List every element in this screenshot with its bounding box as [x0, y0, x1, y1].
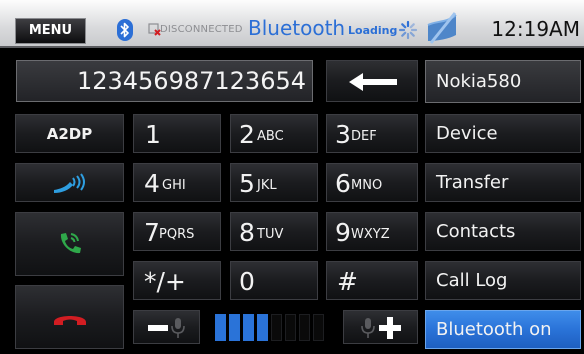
loading-spinner-icon	[398, 20, 418, 40]
loading-label: Loading	[348, 24, 398, 37]
mic-volume-down-icon	[148, 318, 185, 338]
hang-up-button[interactable]	[15, 285, 124, 349]
audio-transfer-button[interactable]	[15, 163, 124, 202]
backspace-arrow-icon	[349, 73, 397, 91]
status-bar: MENU DISCONNECTED Bluetooth Loading 12:1…	[0, 0, 584, 48]
connection-status: DISCONNECTED	[160, 24, 243, 35]
key-3[interactable]: 3 DEF	[326, 114, 418, 153]
key-7[interactable]: 7 PQRS	[133, 212, 221, 251]
mic-volume-meter	[215, 311, 330, 341]
key-star-plus[interactable]: */+	[133, 261, 221, 300]
a2dp-label: A2DP	[46, 125, 93, 143]
answer-call-icon	[60, 233, 81, 254]
bluetooth-icon	[117, 19, 133, 41]
mic-volume-up-button[interactable]	[343, 310, 418, 344]
mic-volume-down-button[interactable]	[133, 310, 200, 344]
backspace-button[interactable]	[326, 60, 418, 102]
mic-volume-segment	[285, 314, 296, 341]
page-title: Bluetooth	[248, 16, 346, 40]
mic-volume-up-icon	[361, 317, 401, 339]
key-0[interactable]: 0	[230, 261, 318, 300]
mic-volume-segment	[243, 314, 254, 341]
clock: 12:19AM	[491, 17, 580, 41]
device-menu-button[interactable]: Device	[425, 114, 581, 153]
mic-volume-segment	[271, 314, 282, 341]
transfer-menu-button[interactable]: Transfer	[425, 163, 581, 202]
answer-call-button[interactable]	[15, 212, 124, 276]
connected-device-name[interactable]: Nokia580	[425, 60, 581, 103]
mic-volume-segment	[229, 314, 240, 341]
key-5[interactable]: 5 JKL	[230, 163, 318, 202]
menu-button[interactable]: MENU	[15, 18, 86, 44]
key-6[interactable]: 6 MNO	[326, 163, 418, 202]
key-1[interactable]: 1	[133, 114, 221, 153]
mic-volume-segment	[215, 314, 226, 341]
hang-up-icon	[54, 316, 86, 325]
key-4[interactable]: 4 GHI	[133, 163, 221, 202]
mic-volume-segment	[257, 314, 268, 341]
call-log-menu-button[interactable]: Call Log	[425, 261, 581, 300]
key-9[interactable]: 9 WXYZ	[326, 212, 418, 251]
phone-signal-icon	[427, 12, 457, 44]
mic-volume-segment	[299, 314, 310, 341]
a2dp-button[interactable]: A2DP	[15, 114, 124, 153]
key-8[interactable]: 8 TUV	[230, 212, 318, 251]
bluetooth-phone-screen: MENU DISCONNECTED Bluetooth Loading 12:1…	[0, 0, 584, 354]
mic-volume-segment	[313, 314, 324, 341]
key-hash[interactable]: #	[326, 261, 418, 300]
contacts-menu-button[interactable]: Contacts	[425, 212, 581, 251]
audio-transfer-icon	[54, 173, 85, 193]
bluetooth-on-button[interactable]: Bluetooth on	[425, 310, 581, 349]
key-2[interactable]: 2 ABC	[230, 114, 318, 153]
dialed-number-display[interactable]: 123456987123654	[16, 60, 313, 102]
